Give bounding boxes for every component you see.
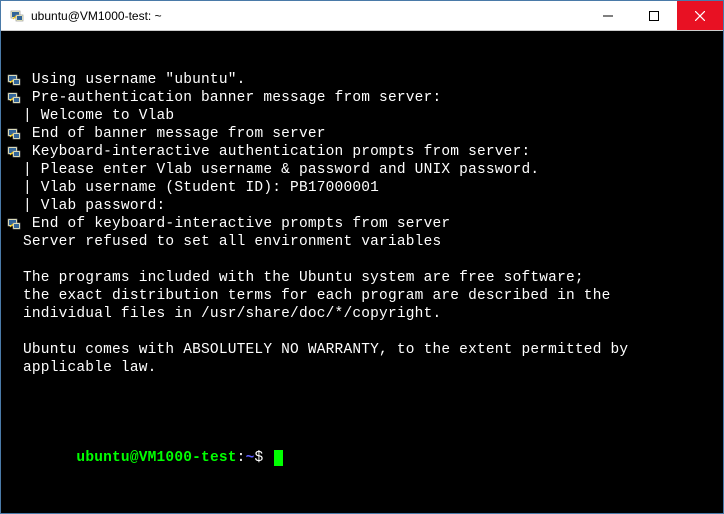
gutter-empty (7, 233, 23, 251)
window-title: ubuntu@VM1000-test: ~ (31, 9, 585, 23)
gutter-empty (7, 269, 23, 287)
prompt-user-host: ubuntu@VM1000-test (76, 450, 236, 466)
window-titlebar: ubuntu@VM1000-test: ~ (1, 1, 723, 31)
gutter-empty (7, 197, 23, 215)
terminal-text: Pre-authentication banner message from s… (23, 89, 717, 107)
terminal-text: End of keyboard-interactive prompts from… (23, 215, 717, 233)
gutter-empty (7, 107, 23, 125)
minimize-button[interactable] (585, 1, 631, 30)
close-button[interactable] (677, 1, 723, 30)
terminal-line: | Welcome to Vlab (7, 107, 717, 125)
terminal-body[interactable]: Using username "ubuntu". Pre-authenticat… (1, 31, 723, 513)
putty-icon (9, 8, 25, 24)
terminal-line: End of keyboard-interactive prompts from… (7, 215, 717, 233)
putty-line-icon (7, 89, 23, 107)
prompt-colon: : (237, 450, 246, 466)
terminal-text: Ubuntu comes with ABSOLUTELY NO WARRANTY… (23, 341, 717, 359)
terminal-text: End of banner message from server (23, 125, 717, 143)
terminal-text: Server refused to set all environment va… (23, 233, 717, 251)
terminal-line: Server refused to set all environment va… (7, 233, 717, 251)
terminal-line: | Vlab username (Student ID): PB17000001 (7, 179, 717, 197)
terminal-line: Using username "ubuntu". (7, 71, 717, 89)
terminal-text: the exact distribution terms for each pr… (23, 287, 717, 305)
gutter-empty (7, 161, 23, 179)
terminal-line (7, 377, 717, 395)
maximize-button[interactable] (631, 1, 677, 30)
terminal-text: applicable law. (23, 359, 717, 377)
putty-line-icon (7, 215, 23, 233)
window-controls (585, 1, 723, 30)
gutter-empty (7, 251, 23, 269)
terminal-line: Keyboard-interactive authentication prom… (7, 143, 717, 161)
terminal-line: Ubuntu comes with ABSOLUTELY NO WARRANTY… (7, 341, 717, 359)
gutter-empty (7, 287, 23, 305)
terminal-text: | Vlab password: (23, 197, 717, 215)
putty-line-icon (7, 143, 23, 161)
terminal-line: End of banner message from server (7, 125, 717, 143)
terminal-text: individual files in /usr/share/doc/*/cop… (23, 305, 717, 323)
prompt-line: ubuntu@VM1000-test:~$ (7, 431, 717, 485)
gutter-empty (7, 179, 23, 197)
terminal-line: individual files in /usr/share/doc/*/cop… (7, 305, 717, 323)
terminal-line: applicable law. (7, 359, 717, 377)
terminal-text: | Please enter Vlab username & password … (23, 161, 717, 179)
terminal-line (7, 323, 717, 341)
terminal-line: | Please enter Vlab username & password … (7, 161, 717, 179)
cursor (274, 450, 283, 466)
gutter-empty (7, 341, 23, 359)
terminal-line: The programs included with the Ubuntu sy… (7, 269, 717, 287)
terminal-text: Using username "ubuntu". (23, 71, 717, 89)
terminal-text: | Vlab username (Student ID): PB17000001 (23, 179, 717, 197)
terminal-text: Keyboard-interactive authentication prom… (23, 143, 717, 161)
terminal-line: Pre-authentication banner message from s… (7, 89, 717, 107)
terminal-line (7, 251, 717, 269)
gutter-empty (7, 377, 23, 395)
prompt-dollar: $ (254, 450, 272, 466)
terminal-line: the exact distribution terms for each pr… (7, 287, 717, 305)
putty-line-icon (7, 125, 23, 143)
gutter-empty (7, 359, 23, 377)
gutter-empty (7, 305, 23, 323)
terminal-text: | Welcome to Vlab (23, 107, 717, 125)
putty-line-icon (7, 71, 23, 89)
terminal-text: The programs included with the Ubuntu sy… (23, 269, 717, 287)
terminal-line: | Vlab password: (7, 197, 717, 215)
gutter-empty (7, 323, 23, 341)
